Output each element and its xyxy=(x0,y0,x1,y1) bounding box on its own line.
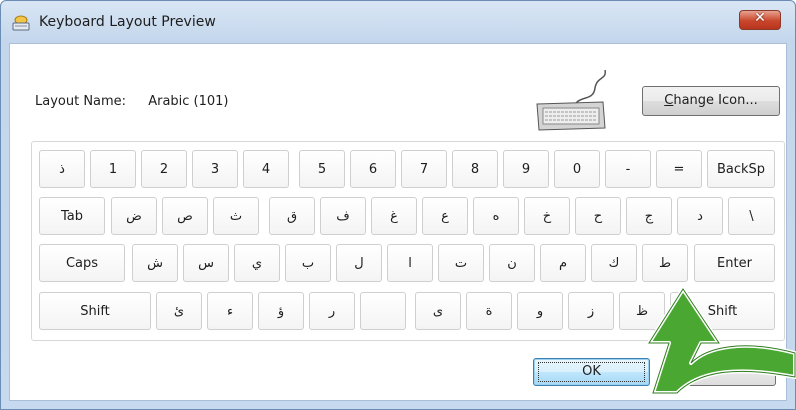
change-icon-button[interactable]: Change Icon... xyxy=(642,86,780,116)
key[interactable]: ر xyxy=(309,292,355,330)
dialog-window: Keyboard Layout Preview ✕ Layout Name: A… xyxy=(0,0,796,410)
key[interactable]: ش xyxy=(132,244,178,282)
key[interactable]: ئ xyxy=(156,292,202,330)
key[interactable]: ل xyxy=(336,244,382,282)
key[interactable]: م xyxy=(540,244,586,282)
key[interactable]: ن xyxy=(489,244,535,282)
key[interactable]: ط xyxy=(642,244,688,282)
key[interactable]: 2 xyxy=(141,150,187,188)
layout-name-label: Layout Name: xyxy=(35,94,127,109)
title-bar[interactable]: Keyboard Layout Preview ✕ xyxy=(1,1,795,43)
dialog-content: Layout Name: Arabic (101) Change Icon...… xyxy=(9,43,787,401)
key[interactable]: 0 xyxy=(554,150,600,188)
key[interactable]: ح xyxy=(575,197,621,235)
keyboard-image-icon xyxy=(536,69,606,131)
key[interactable]: خ xyxy=(524,197,570,235)
focus-rectangle xyxy=(538,362,645,382)
key[interactable] xyxy=(360,292,406,330)
change-icon-accelerator: C xyxy=(664,93,674,108)
keyboard-window-icon xyxy=(12,15,30,31)
layout-name-value: Arabic (101) xyxy=(148,94,229,109)
key-shift-left[interactable]: Shift xyxy=(39,292,151,330)
key[interactable]: 4 xyxy=(243,150,289,188)
key[interactable]: ز xyxy=(568,292,614,330)
key[interactable]: و xyxy=(517,292,563,330)
key[interactable]: 3 xyxy=(192,150,238,188)
keyboard-preview: ذ 1 2 3 4 5 6 7 8 9 0 - = BackSp Tab ض ص… xyxy=(31,141,785,341)
key[interactable]: ظ xyxy=(619,292,665,330)
key[interactable]: ص xyxy=(162,197,208,235)
key[interactable]: غ xyxy=(371,197,417,235)
key[interactable]: ض xyxy=(111,197,157,235)
key[interactable]: ق xyxy=(269,197,315,235)
window-title: Keyboard Layout Preview xyxy=(39,14,216,30)
key[interactable]: - xyxy=(605,150,651,188)
key[interactable]: ع xyxy=(422,197,468,235)
key-caps[interactable]: Caps xyxy=(39,244,125,282)
key-backslash[interactable]: \ xyxy=(728,197,775,235)
key[interactable]: ه xyxy=(473,197,519,235)
key[interactable]: = xyxy=(656,150,702,188)
key[interactable]: ة xyxy=(466,292,512,330)
key[interactable]: ؤ xyxy=(258,292,304,330)
key[interactable]: ث xyxy=(213,197,259,235)
key[interactable]: ا xyxy=(387,244,433,282)
key[interactable]: د xyxy=(677,197,723,235)
key[interactable]: س xyxy=(183,244,229,282)
key[interactable]: 9 xyxy=(503,150,549,188)
key-backspace[interactable]: BackSp xyxy=(707,150,775,188)
key[interactable]: 7 xyxy=(401,150,447,188)
close-button[interactable]: ✕ xyxy=(739,10,781,30)
cancel-button[interactable] xyxy=(666,358,776,386)
key[interactable]: 5 xyxy=(299,150,345,188)
key-enter[interactable]: Enter xyxy=(694,244,775,282)
ok-button[interactable]: OK xyxy=(533,358,650,386)
key[interactable]: ك xyxy=(591,244,637,282)
layout-name-row: Layout Name: Arabic (101) xyxy=(35,94,229,109)
key[interactable]: ء xyxy=(207,292,253,330)
key[interactable]: ج xyxy=(626,197,672,235)
change-icon-label: hange Icon... xyxy=(673,93,758,108)
key-tab[interactable]: Tab xyxy=(39,197,105,235)
close-icon: ✕ xyxy=(754,10,766,26)
key[interactable]: 1 xyxy=(90,150,136,188)
key[interactable]: 8 xyxy=(452,150,498,188)
key[interactable]: ي xyxy=(234,244,280,282)
key[interactable]: ذ xyxy=(39,150,85,188)
key[interactable]: 6 xyxy=(350,150,396,188)
key[interactable]: ت xyxy=(438,244,484,282)
key[interactable]: ف xyxy=(320,197,366,235)
key[interactable]: ى xyxy=(415,292,461,330)
key[interactable]: ب xyxy=(285,244,331,282)
key-shift-right[interactable]: Shift xyxy=(670,292,775,330)
